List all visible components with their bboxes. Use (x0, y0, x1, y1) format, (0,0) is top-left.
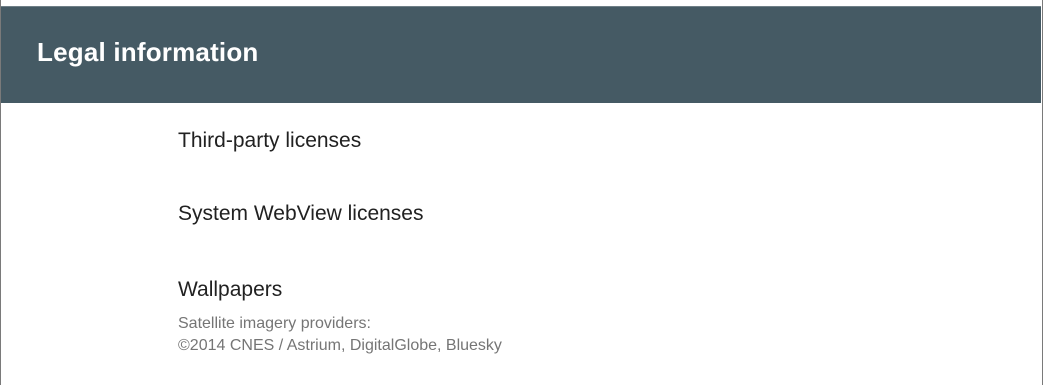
page-title: Legal information (37, 37, 259, 67)
legal-information-screen: Legal information Third-party licenses S… (0, 0, 1043, 385)
list-item-system-webview-licenses[interactable]: System WebView licenses (0, 175, 1043, 251)
list-item-title: Wallpapers (178, 278, 283, 301)
list-item-summary-line-2: ©2014 CNES / Astrium, DigitalGlobe, Blue… (178, 337, 502, 354)
app-bar: Legal information (1, 6, 1041, 103)
list-item-title: Third-party licenses (178, 129, 362, 152)
list-item-third-party-licenses[interactable]: Third-party licenses (0, 103, 1043, 175)
list-item-wallpapers[interactable]: Wallpapers Satellite imagery providers: … (0, 251, 1043, 381)
list-item-title: System WebView licenses (178, 202, 424, 225)
list-item-summary-line-1: Satellite imagery providers: (178, 315, 371, 332)
